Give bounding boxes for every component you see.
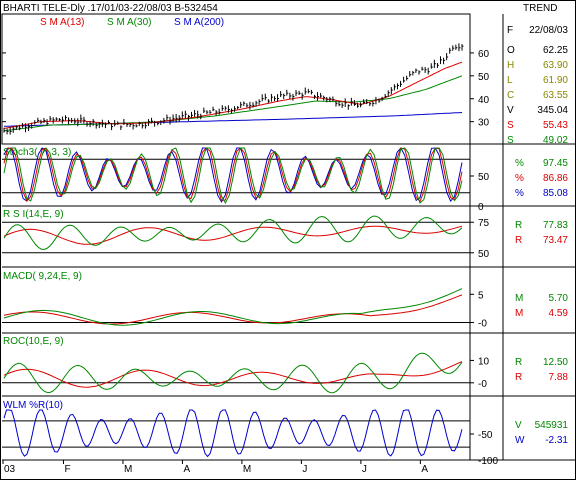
ytick-label: -50	[478, 430, 493, 441]
indicator-value-label: M	[515, 293, 523, 304]
price-ytick-label: 60	[478, 49, 490, 60]
price-info-value: 63.90	[543, 60, 568, 71]
indicator-value: 77.83	[543, 220, 568, 231]
indicator-value-label: %	[515, 173, 524, 184]
indicator-value: 73.47	[543, 235, 568, 246]
macd-title: MACD( 9,24,E, 9)	[3, 271, 82, 282]
stock-chart: BHARTI TELE-Dly .17/01/03-22/08/03 B-532…	[0, 0, 576, 480]
price-info-value: 61.90	[543, 75, 568, 86]
xtick-label: A	[421, 464, 428, 475]
price-info-value: 62.25	[543, 45, 568, 56]
ytick-label: -0	[478, 379, 487, 390]
rsi-title: R S I(14,E, 9)	[3, 209, 64, 220]
indicator-value-label: %	[515, 158, 524, 169]
wlm-title: WLM %R(10)	[3, 400, 63, 411]
indicator-value: 86.86	[543, 173, 568, 184]
ytick-label: 10	[478, 356, 490, 367]
indicator-value-label: M	[515, 308, 523, 319]
indicator-value: 97.45	[543, 158, 568, 169]
indicator-value: 7.88	[549, 372, 569, 383]
indicator-value-label: V	[515, 420, 522, 431]
indicator-value: 85.08	[543, 188, 568, 199]
price-info-key: F	[507, 25, 513, 36]
indicator-value-label: R	[515, 235, 522, 246]
xtick-label: A	[183, 464, 190, 475]
indicator-value-label: R	[515, 357, 522, 368]
ytick-label: 50	[478, 249, 490, 260]
price-info-key: H	[507, 60, 514, 71]
price-info-value: 49.02	[543, 135, 568, 146]
price-info-value: 55.43	[543, 120, 568, 131]
legend-sma200: S M A(200)	[174, 17, 224, 28]
price-info-key: O	[507, 45, 515, 56]
price-ytick-label: 50	[478, 72, 490, 83]
xtick-label: 03	[4, 464, 16, 475]
price-info-value: 63.55	[543, 90, 568, 101]
legend-sma30: S M A(30)	[107, 17, 151, 28]
xtick-label: J	[362, 464, 367, 475]
price-info-key: S	[507, 120, 514, 131]
price-info-key: C	[507, 90, 514, 101]
price-info-key: L	[507, 75, 513, 86]
roc-title: ROC(10,E, 9)	[3, 336, 64, 347]
price-info-value: 345.04	[537, 105, 568, 116]
xtick-label: F	[64, 464, 70, 475]
ytick-label: 5	[478, 290, 484, 301]
price-ytick-label: 40	[478, 95, 490, 106]
price-info-key: V	[507, 105, 514, 116]
indicator-value: 545931	[535, 420, 569, 431]
legend-sma13: S M A(13)	[40, 17, 84, 28]
indicator-value-label: R	[515, 372, 522, 383]
ytick-label: 50	[478, 172, 490, 183]
price-ytick-label: 30	[478, 118, 490, 129]
ytick-label: 75	[478, 218, 490, 229]
trend-label: TREND	[523, 3, 557, 14]
ytick-bottom-label: 0	[478, 202, 484, 213]
indicator-value: 5.70	[549, 293, 569, 304]
indicator-value: 12.50	[543, 357, 568, 368]
price-info-key: S	[507, 135, 514, 146]
ytick-label: -0	[478, 319, 487, 330]
price-info-value: 22/08/03	[529, 25, 568, 36]
ytick-bottom-label: -100	[478, 456, 498, 467]
indicator-value-label: R	[515, 220, 522, 231]
chart-title: BHARTI TELE-Dly .17/01/03-22/08/03 B-532…	[3, 3, 218, 14]
indicator-value: -2.31	[545, 435, 568, 446]
xtick-label: M	[124, 464, 132, 475]
indicator-value-label: W	[515, 435, 525, 446]
xtick-label: J	[302, 464, 307, 475]
indicator-value-label: %	[515, 188, 524, 199]
xtick-label: M	[243, 464, 251, 475]
indicator-value: 4.59	[549, 308, 569, 319]
